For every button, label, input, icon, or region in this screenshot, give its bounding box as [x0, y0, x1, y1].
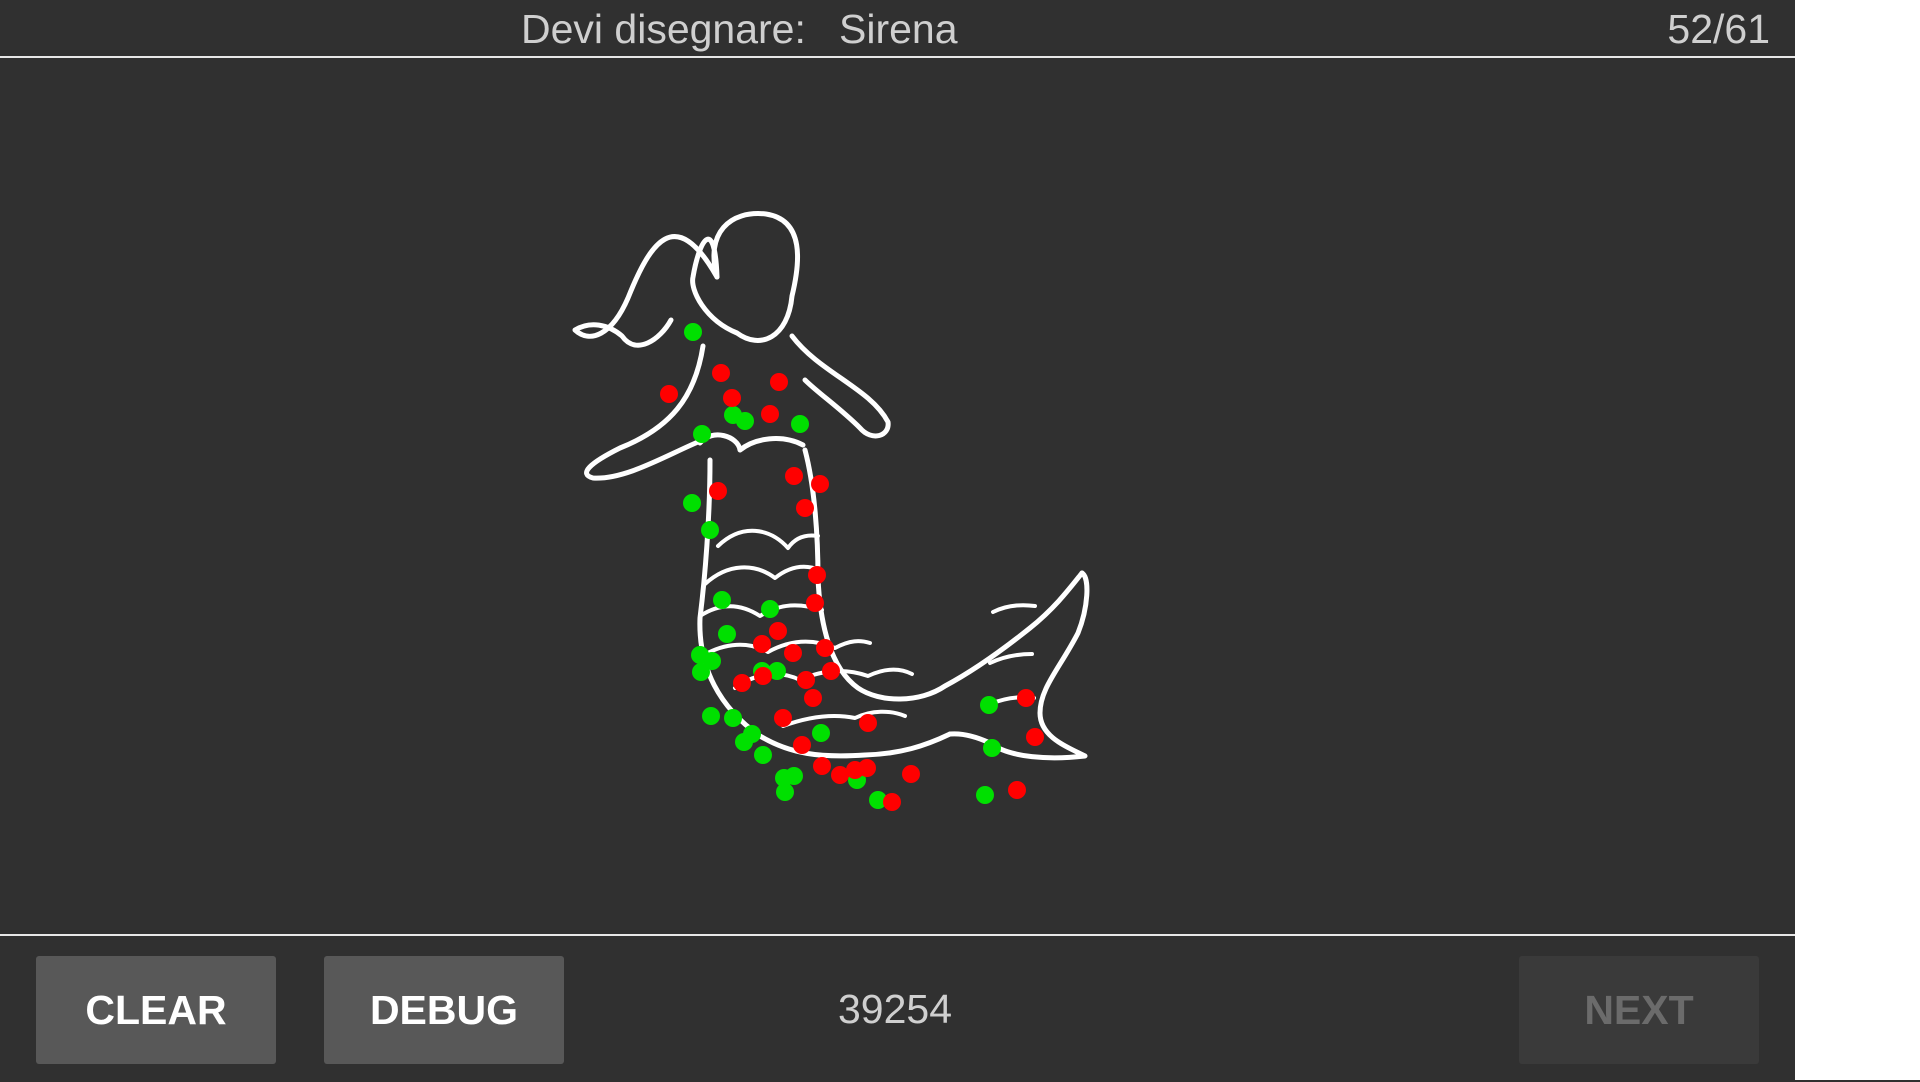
red-point [806, 594, 824, 612]
green-point [718, 625, 736, 643]
debug-button[interactable]: DEBUG [324, 956, 564, 1064]
green-point [791, 415, 809, 433]
red-point [822, 662, 840, 680]
green-point [785, 767, 803, 785]
green-point [776, 783, 794, 801]
red-point [902, 765, 920, 783]
red-point [753, 635, 771, 653]
red-point [754, 667, 772, 685]
red-point [796, 499, 814, 517]
green-point [980, 696, 998, 714]
drawing-app: Devi disegnare: Sirena 52/61 CLEAR DEBUG… [0, 0, 1795, 1080]
scale-stroke [781, 709, 907, 728]
red-point [859, 714, 877, 732]
green-point [812, 724, 830, 742]
drawing-canvas[interactable] [0, 58, 1795, 934]
red-point [804, 689, 822, 707]
red-point [813, 757, 831, 775]
red-point [1026, 728, 1044, 746]
top-bar: Devi disegnare: Sirena 52/61 [0, 0, 1795, 58]
red-point [784, 644, 802, 662]
green-point [702, 707, 720, 725]
red-point [712, 364, 730, 382]
bottom-bar: CLEAR DEBUG 39254 NEXT [0, 934, 1795, 1082]
hair-stroke [690, 211, 801, 343]
red-point [793, 736, 811, 754]
green-point [713, 591, 731, 609]
fin-line-stroke [991, 603, 1037, 614]
red-point [709, 482, 727, 500]
scale-stroke [703, 564, 822, 586]
green-point [701, 521, 719, 539]
red-point [774, 709, 792, 727]
green-point [724, 709, 742, 727]
green-point [761, 600, 779, 618]
green-point [736, 412, 754, 430]
red-point [761, 405, 779, 423]
red-point [811, 475, 829, 493]
red-point [1008, 781, 1026, 799]
chest-stroke [697, 432, 806, 453]
green-point [683, 494, 701, 512]
prompt-label: Devi disegnare: [521, 6, 806, 52]
green-point [976, 786, 994, 804]
green-point [743, 725, 761, 743]
red-point [785, 467, 803, 485]
green-point [754, 746, 772, 764]
red-point [816, 639, 834, 657]
tail-fin-stroke [947, 570, 1090, 761]
red-point [733, 674, 751, 692]
drawing-svg[interactable] [0, 58, 1795, 934]
clear-button[interactable]: CLEAR [36, 956, 276, 1064]
green-point [983, 739, 1001, 757]
red-point [883, 793, 901, 811]
green-point [684, 323, 702, 341]
progress-counter: 52/61 [1667, 6, 1770, 52]
red-point [660, 385, 678, 403]
red-point [723, 389, 741, 407]
red-point [808, 566, 826, 584]
side-blank-area [1795, 0, 1920, 1080]
green-point [693, 425, 711, 443]
green-point [692, 663, 710, 681]
red-point [770, 373, 788, 391]
next-button[interactable]: NEXT [1519, 956, 1759, 1064]
torso-right-stroke [802, 447, 1085, 702]
red-point [797, 671, 815, 689]
shoulder-left-stroke [584, 343, 706, 481]
score-value: 39254 [838, 986, 953, 1032]
prompt-word: Sirena [839, 6, 958, 52]
red-point [858, 759, 876, 777]
red-point [1017, 689, 1035, 707]
red-point [769, 622, 787, 640]
scale-stroke [716, 528, 820, 550]
